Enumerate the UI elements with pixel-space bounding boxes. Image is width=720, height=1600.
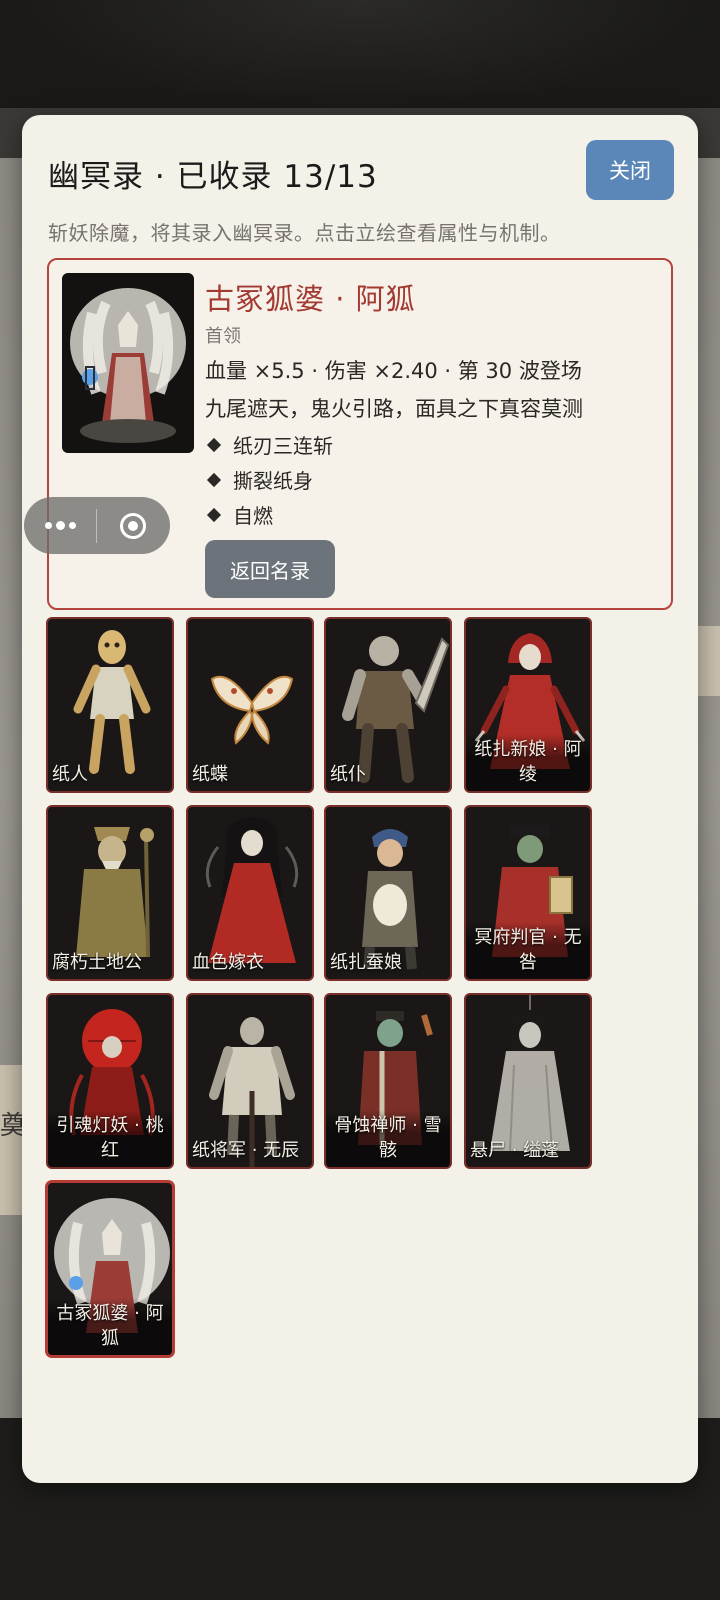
close-button[interactable]: 关闭 (586, 140, 674, 200)
card-label: 悬尸 · 缢蓬 (470, 1140, 560, 1161)
boss-rank: 首领 (205, 326, 241, 347)
card-label: 纸仆 (330, 764, 366, 785)
background-banner-right (696, 626, 720, 696)
card-label: 纸蝶 (192, 764, 228, 785)
roster-card-paper-general[interactable]: 纸将军 · 无辰 (186, 993, 314, 1169)
roster-card-paper-butterfly[interactable]: 纸蝶 (186, 617, 314, 793)
card-label: 古冢狐婆 · 阿狐 (48, 1298, 172, 1355)
background-top (0, 0, 720, 108)
card-label: 纸人 (52, 764, 88, 785)
more-menu-button[interactable] (24, 497, 96, 554)
dot-icon (44, 522, 52, 529)
diamond-bullet-icon (206, 472, 222, 487)
card-label: 纸扎新娘 · 阿绫 (466, 734, 590, 791)
boss-stats: 血量 ×5.5 · 伤害 ×2.40 · 第 30 波登场 (205, 359, 582, 383)
modal-description: 斩妖除魔，将其录入幽冥录。点击立绘查看属性与机制。 (48, 221, 561, 245)
target-icon (120, 512, 146, 539)
roster-card-paper-servant[interactable]: 纸仆 (324, 617, 452, 793)
modal-title: 幽冥录 · 已收录 13/13 (48, 159, 378, 195)
roster-card-earth-god[interactable]: 腐朽土地公 (46, 805, 174, 981)
dot-icon (55, 521, 65, 530)
roster-card-fox-matron[interactable]: 古冢狐婆 · 阿狐 (46, 1181, 174, 1357)
roster-card-blood-bride[interactable]: 血色嫁衣 (186, 805, 314, 981)
roster-card-paper-bride[interactable]: 纸扎新娘 · 阿绫 (464, 617, 592, 793)
card-label: 冥府判官 · 无咎 (466, 922, 590, 979)
card-label: 引魂灯妖 · 桃红 (48, 1110, 172, 1167)
boss-portrait (62, 273, 194, 453)
roster-card-bone-monk[interactable]: 骨蚀禅师 · 雪骸 (324, 993, 452, 1169)
back-to-list-button[interactable]: 返回名录 (205, 540, 335, 598)
skill-item: 撕裂纸身 (205, 465, 313, 494)
miniprogram-capsule (24, 497, 170, 554)
roster-card-paper-man[interactable]: 纸人 (46, 617, 174, 793)
monster-detail-card: 古冢狐婆 · 阿狐 首领 血量 ×5.5 · 伤害 ×2.40 · 第 30 波… (47, 258, 673, 610)
card-label: 腐朽土地公 (52, 952, 142, 973)
bestiary-modal: 幽冥录 · 已收录 13/13 关闭 斩妖除魔，将其录入幽冥录。点击立绘查看属性… (22, 115, 698, 1483)
card-label: 纸将军 · 无辰 (192, 1140, 300, 1161)
roster-card-silkworm-maiden[interactable]: 纸扎蚕娘 (324, 805, 452, 981)
card-label: 骨蚀禅师 · 雪骸 (326, 1110, 450, 1167)
skill-item: 纸刃三连斩 (205, 430, 333, 459)
roster-card-lantern-demon[interactable]: 引魂灯妖 · 桃红 (46, 993, 174, 1169)
exit-target-button[interactable] (97, 497, 169, 554)
roster-card-hanged-corpse[interactable]: 悬尸 · 缢蓬 (464, 993, 592, 1169)
card-label: 纸扎蚕娘 (330, 952, 402, 973)
boss-name: 古冢狐婆 · 阿狐 (205, 282, 416, 316)
diamond-bullet-icon (206, 437, 222, 452)
card-label: 血色嫁衣 (192, 952, 264, 973)
dot-icon (68, 522, 76, 529)
diamond-bullet-icon (206, 507, 222, 522)
boss-lore: 九尾遮天，鬼火引路，面具之下真容莫测 (205, 397, 583, 421)
roster-card-underworld-judge[interactable]: 冥府判官 · 无咎 (464, 805, 592, 981)
skill-item: 自燃 (205, 500, 273, 529)
